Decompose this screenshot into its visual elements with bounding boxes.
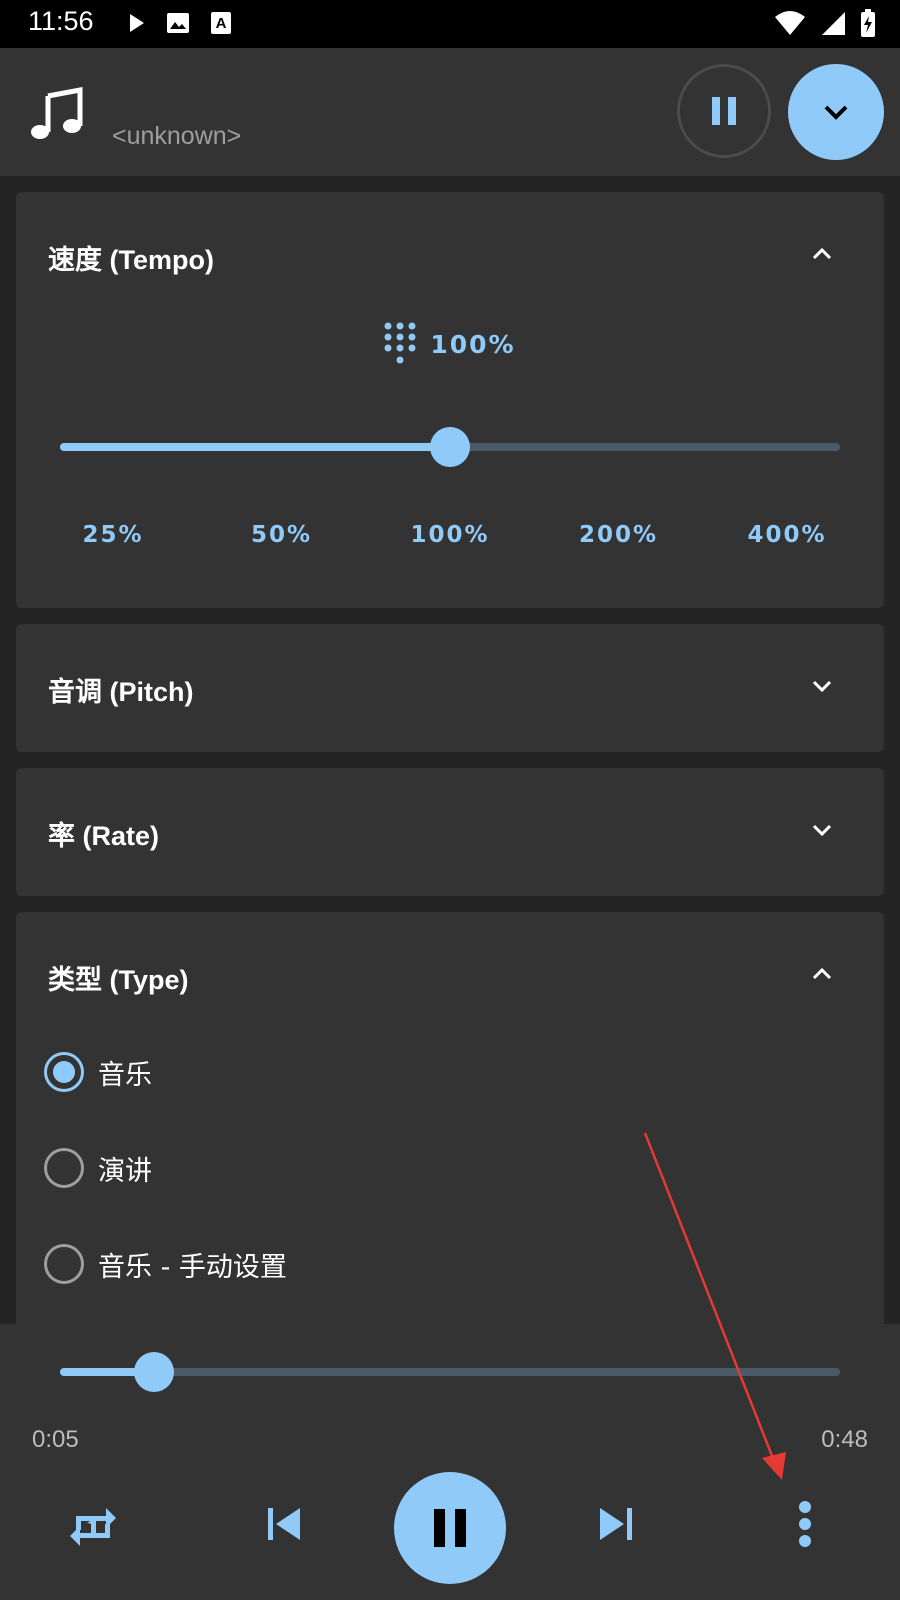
tempo-value: 100% [430, 329, 516, 359]
skip-next-button[interactable] [590, 1498, 642, 1550]
pause-icon [434, 1509, 466, 1547]
type-card: 类型 (Type) 音乐 演讲 音乐 - 手动设置 [16, 912, 884, 1342]
chevron-up-icon[interactable] [812, 966, 832, 980]
radio-dot [53, 1061, 75, 1083]
rate-title: 率 (Rate) [48, 821, 160, 851]
tempo-tick-50[interactable]: 50% [217, 522, 347, 548]
dialpad-icon [384, 322, 416, 364]
font-icon: A [211, 12, 231, 34]
radio-speech[interactable] [44, 1148, 84, 1188]
seek-slider-thumb[interactable] [134, 1352, 174, 1392]
type-option-music[interactable]: 音乐 [44, 1052, 152, 1092]
seek-slider[interactable] [60, 1352, 840, 1392]
app-header: <unknown> [0, 48, 900, 176]
chevron-down-icon [824, 105, 848, 120]
tempo-tick-100[interactable]: 100% [385, 522, 515, 548]
rate-card[interactable]: 率 (Rate) [16, 768, 884, 896]
battery-charging-icon [861, 9, 875, 37]
track-title: <unknown> [112, 122, 242, 150]
tempo-slider[interactable] [60, 427, 840, 467]
tempo-tick-200[interactable]: 200% [554, 522, 684, 548]
type-title: 类型 (Type) [48, 965, 189, 995]
chevron-up-icon[interactable] [812, 246, 832, 260]
radio-music[interactable] [44, 1052, 84, 1092]
status-bar: 11:56 A [0, 0, 900, 48]
tempo-slider-thumb[interactable] [430, 427, 470, 467]
skip-next-icon [600, 1508, 632, 1540]
pitch-card[interactable]: 音调 (Pitch) [16, 624, 884, 752]
type-option-music-manual[interactable]: 音乐 - 手动设置 [44, 1244, 287, 1284]
header-pause-button[interactable] [677, 64, 771, 158]
total-duration: 0:48 [821, 1426, 868, 1453]
pause-icon [712, 97, 736, 125]
type-option-speech[interactable]: 演讲 [44, 1148, 152, 1188]
player-bar: 0:05 0:48 [0, 1324, 900, 1600]
radio-label-music: 音乐 [98, 1059, 152, 1091]
tempo-slider-fill [60, 443, 450, 451]
skip-previous-icon [268, 1508, 300, 1540]
pitch-title: 音调 (Pitch) [48, 677, 194, 707]
repeat-button[interactable] [62, 1496, 124, 1558]
tempo-title: 速度 (Tempo) [48, 245, 214, 275]
more-options-button[interactable] [782, 1496, 828, 1552]
tempo-tick-400[interactable]: 400% [722, 522, 852, 548]
tempo-value-row: 100% [16, 322, 884, 366]
tempo-ticks: 25% 50% 100% 200% 400% [48, 522, 852, 548]
radio-music-manual[interactable] [44, 1244, 84, 1284]
music-note-icon [31, 86, 83, 139]
image-icon [167, 13, 189, 33]
status-icons-right [774, 9, 876, 37]
signal-icon [822, 12, 845, 35]
tempo-card: 速度 (Tempo) 100% 25% 50% 100% 200% 400% [16, 192, 884, 608]
radio-label-music-manual: 音乐 - 手动设置 [98, 1251, 287, 1283]
chevron-down-icon[interactable] [812, 680, 832, 694]
collapse-player-button[interactable] [788, 64, 884, 160]
svg-text:A: A [216, 15, 227, 32]
wifi-icon [775, 11, 805, 35]
play-pause-button[interactable] [394, 1472, 506, 1584]
more-vert-icon [799, 1501, 811, 1547]
tempo-tick-25[interactable]: 25% [48, 522, 178, 548]
repeat-one-icon [70, 1508, 116, 1546]
skip-previous-button[interactable] [258, 1498, 310, 1550]
play-icon [130, 14, 144, 32]
chevron-down-icon[interactable] [812, 824, 832, 838]
status-time: 11:56 [28, 6, 94, 36]
status-icons-left: A [128, 11, 232, 35]
elapsed-time: 0:05 [32, 1426, 79, 1453]
radio-label-speech: 演讲 [98, 1155, 152, 1187]
